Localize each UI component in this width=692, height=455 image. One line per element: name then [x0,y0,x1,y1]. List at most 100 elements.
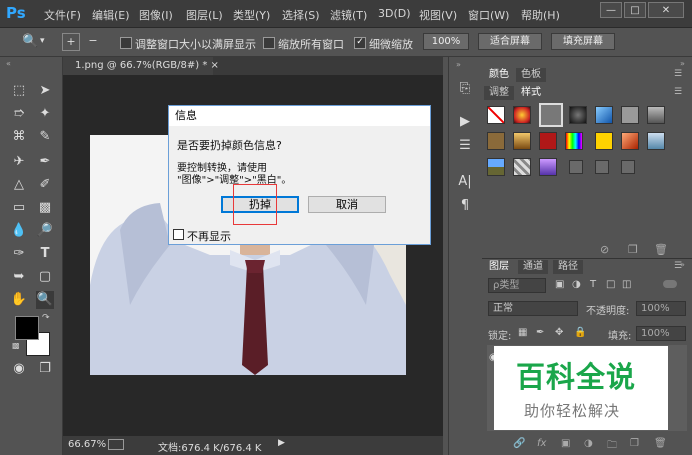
type-filter-icon[interactable]: T [590,279,596,290]
panel-menu-icon-2[interactable]: ☰ [674,87,682,97]
menu-layer[interactable]: 图层(L) [186,7,223,23]
menu-help[interactable]: 帮助(H) [521,7,560,23]
layers-menu-icon[interactable]: ☰ [674,261,682,271]
style-15[interactable] [487,158,505,176]
style-12[interactable] [595,132,613,150]
layer-effects-icon[interactable]: fx [537,438,546,449]
brush-tool-icon[interactable]: ✒ [36,153,54,171]
style-19[interactable] [595,160,609,174]
opacity-input[interactable]: 100% [636,301,686,316]
zoom-out-icon[interactable]: − [84,33,102,51]
delete-layer-icon[interactable]: 🗑 [654,438,667,449]
style-none[interactable] [487,106,505,124]
lock-position-icon[interactable]: ✥ [555,327,563,338]
quick-mask-icon[interactable]: ◉ [10,360,28,378]
fill-input[interactable]: 100% [636,326,686,341]
resize-windows-checkbox[interactable] [120,37,132,49]
swap-colors-icon[interactable]: ↷ [42,313,50,323]
status-menu-arrow-icon[interactable]: ▶ [278,438,285,448]
menu-view[interactable]: 视图(V) [419,7,457,23]
blend-mode-select[interactable]: 正常 [488,301,578,316]
maximize-button[interactable]: □ [624,2,646,18]
style-18[interactable] [569,160,583,174]
style-11[interactable] [565,132,583,150]
filter-toggle[interactable] [663,280,677,288]
menu-type[interactable]: 类型(Y) [233,7,270,23]
lock-transparent-icon[interactable]: ▦ [518,327,527,338]
zoom-all-checkbox[interactable] [263,37,275,49]
actions-panel-icon[interactable]: ▶ [456,113,474,131]
menu-select[interactable]: 选择(S) [282,7,320,23]
tab-layers[interactable]: 图层 [484,260,514,274]
style-8[interactable] [487,132,505,150]
delete-style-icon[interactable]: 🗑 [654,243,668,256]
zoom-in-icon[interactable]: + [62,33,80,51]
status-zoom[interactable]: 66.67% [68,439,106,450]
style-2[interactable] [513,106,531,124]
shape-filter-icon[interactable]: □ [606,279,615,290]
link-layers-icon[interactable]: 🔗 [513,438,525,449]
style-17[interactable] [539,158,557,176]
path-select-tool-icon[interactable]: ➥ [10,268,28,286]
lock-all-icon[interactable]: 🔒 [574,327,586,338]
blur-tool-icon[interactable]: 💧 [10,222,28,240]
type-tool-icon[interactable]: T [36,245,54,263]
style-5[interactable] [595,106,613,124]
crop-tool-icon[interactable]: ⌘ [10,128,28,146]
dodge-tool-icon[interactable]: 🔎 [36,222,54,240]
style-10[interactable] [539,132,557,150]
style-14[interactable] [647,132,665,150]
menu-file[interactable]: 文件(F) [44,7,81,23]
style-9[interactable] [513,132,531,150]
style-4[interactable] [569,106,587,124]
tab-styles[interactable]: 样式 [516,86,546,100]
style-7[interactable] [647,106,665,124]
gradient-tool-icon[interactable]: ▩ [36,199,54,217]
menu-image[interactable]: 图像(I) [139,7,173,23]
foreground-color-swatch[interactable] [15,316,39,340]
tab-swatches[interactable]: 色板 [516,68,546,82]
menu-edit[interactable]: 编辑(E) [92,7,130,23]
lasso-tool-icon[interactable]: ➱ [10,105,28,123]
cancel-button[interactable]: 取消 [308,196,386,213]
properties-panel-icon[interactable]: ☰ [456,137,474,155]
style-16[interactable] [513,158,531,176]
scrubby-zoom-checkbox[interactable]: ✓ [354,37,366,49]
chevron-down-icon[interactable]: ▾ [40,36,45,46]
close-tab-icon[interactable]: × [211,60,219,71]
stamp-tool-icon[interactable]: △ [10,176,28,194]
pixel-filter-icon[interactable]: ▣ [555,279,564,290]
layer-kind-filter[interactable]: ρ类型 [488,278,546,293]
fill-screen-button[interactable]: 填充屏幕 [551,33,615,50]
status-preview-icon[interactable] [108,439,124,450]
paragraph-panel-icon[interactable]: ¶ [456,197,474,215]
default-colors-icon[interactable]: ▩ [12,341,20,350]
hand-tool-icon[interactable]: ✋ [10,291,28,309]
style-6[interactable] [621,106,639,124]
zoom-100-button[interactable]: 100% [423,33,469,50]
tab-color[interactable]: 颜色 [484,68,514,82]
history-panel-icon[interactable]: ⎘ [456,80,474,98]
screen-mode-icon[interactable]: ❐ [36,360,54,378]
style-20[interactable] [621,160,635,174]
menu-filter[interactable]: 滤镜(T) [330,7,367,23]
lock-pixels-icon[interactable]: ✒ [536,327,544,338]
move-tool-icon[interactable]: ➤ [36,82,54,100]
new-layer-icon[interactable]: ❐ [630,438,639,449]
tab-paths[interactable]: 路径 [553,260,583,274]
character-panel-icon[interactable]: A| [456,173,474,191]
collapse-arrows-icon[interactable]: « [6,59,11,68]
zoom-tool-active-icon[interactable]: 🔍 [36,291,54,309]
eyedropper-tool-icon[interactable]: ✎ [36,128,54,146]
clear-style-icon[interactable]: ⊘ [600,243,609,256]
fit-screen-button[interactable]: 适合屏幕 [478,33,542,50]
close-window-button[interactable]: ✕ [648,2,684,18]
new-style-icon[interactable]: ❐ [628,243,638,256]
add-mask-icon[interactable]: ▣ [561,438,570,449]
eraser-tool-icon[interactable]: ▭ [10,199,28,217]
panel-menu-icon[interactable]: ☰ [674,69,682,79]
menu-3d[interactable]: 3D(D) [378,7,411,20]
new-group-icon[interactable]: 🗀 [607,438,617,455]
adjustment-filter-icon[interactable]: ◑ [572,279,581,290]
tab-adjustments[interactable]: 调整 [484,86,514,100]
